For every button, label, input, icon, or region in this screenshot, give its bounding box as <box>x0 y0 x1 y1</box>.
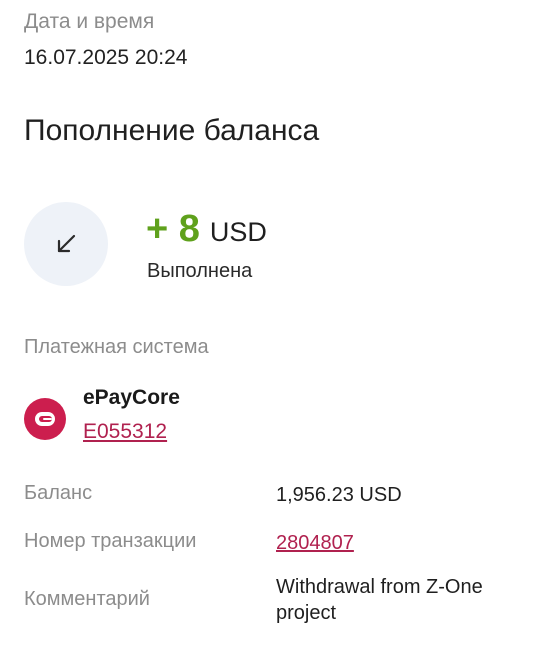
payment-system-label: Платежная система <box>24 336 209 358</box>
comment-label: Комментарий <box>24 588 150 610</box>
payment-system-name: ePayCore <box>83 386 180 409</box>
payment-system: ePayCore E055312 <box>24 384 524 450</box>
payment-account-link[interactable]: E055312 <box>83 420 167 444</box>
comment-value: Withdrawal from Z-One project <box>276 576 483 624</box>
balance-value: 1,956.23 USD <box>276 484 402 506</box>
operation-summary: + 8 USD Выполнена <box>24 200 524 290</box>
operation-amount: + 8 USD <box>146 208 267 251</box>
amount-value: + 8 <box>146 208 200 250</box>
arrow-down-left-icon <box>24 202 108 286</box>
datetime-label: Дата и время <box>24 10 155 33</box>
balance-label: Баланс <box>24 482 93 504</box>
epaycore-logo-icon <box>24 398 66 440</box>
operation-status: Выполнена <box>147 260 253 282</box>
datetime-value: 16.07.2025 20:24 <box>24 46 188 69</box>
transaction-label: Номер транзакции <box>24 530 197 552</box>
transaction-number-link[interactable]: 2804807 <box>276 530 354 556</box>
amount-currency: USD <box>209 217 267 247</box>
page-title: Пополнение баланса <box>24 114 320 147</box>
